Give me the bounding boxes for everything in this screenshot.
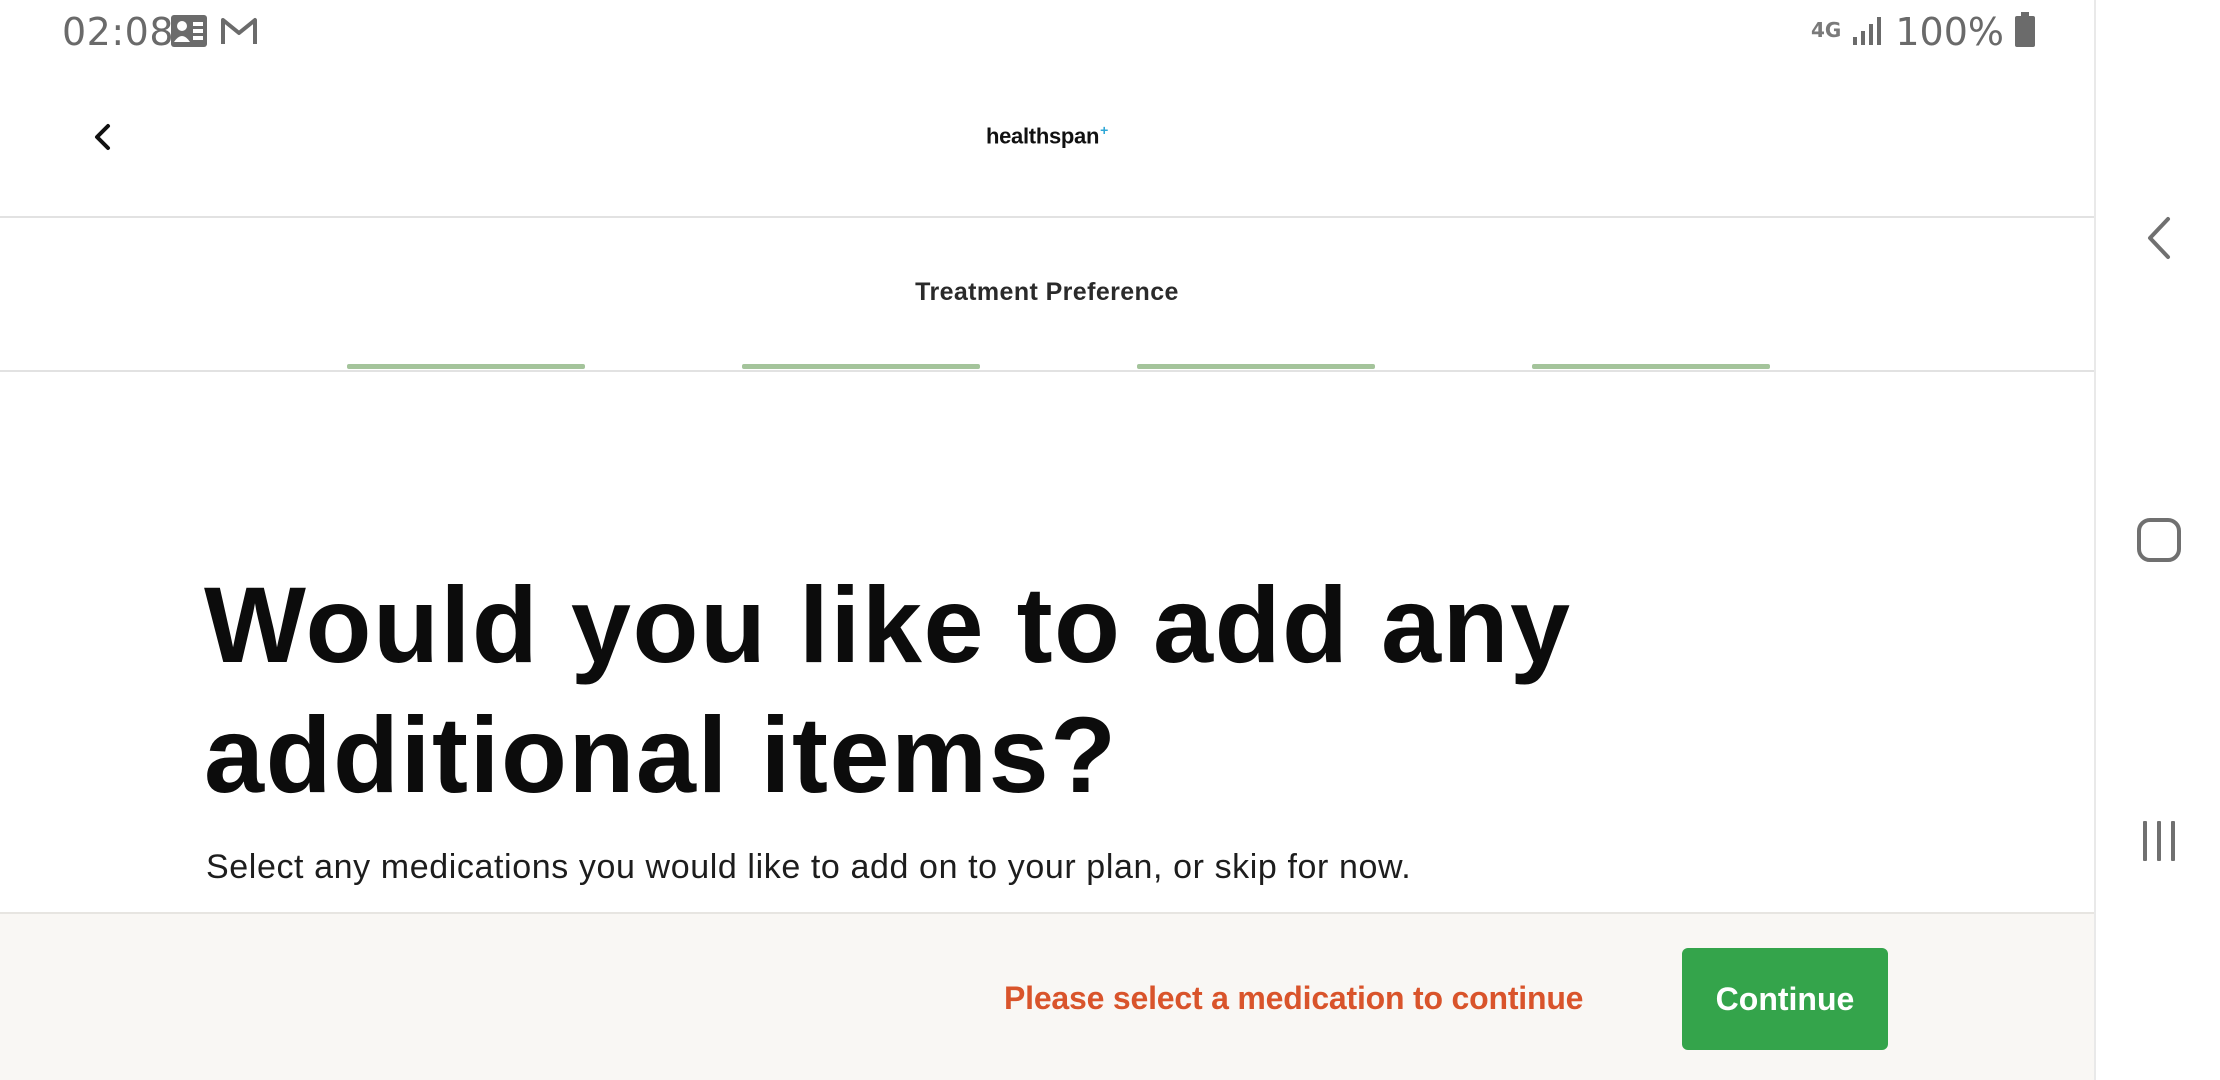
signal-icon (1851, 13, 1885, 51)
footer-bar: Please select a medication to continue C… (0, 912, 2094, 1080)
system-nav-bar (2094, 0, 2220, 1080)
page-title-line-1: Would you like to add any (204, 564, 1572, 685)
status-time: 02:08 (62, 10, 175, 54)
page-subtitle: Select any medications you would like to… (206, 848, 1412, 886)
progress-segment-2 (742, 364, 980, 369)
status-right: 4G 100% (1811, 10, 2036, 54)
logo-text: healthspan (985, 123, 1100, 149)
logo-plus-mark: + (1100, 122, 1109, 138)
app-window: 02:08 4G 100% healthspan+ Treatment Pref… (0, 0, 2094, 1080)
nav-recents-button[interactable] (2096, 781, 2220, 901)
healthspan-logo: healthspan+ (0, 122, 2094, 149)
nav-home-button[interactable] (2096, 480, 2220, 600)
battery-icon (2014, 12, 2036, 52)
nav-back-icon (2148, 217, 2170, 259)
page-title-line-2: additional items? (204, 694, 1118, 815)
validation-message: Please select a medication to continue (1004, 980, 1584, 1016)
app-header: healthspan+ (0, 66, 2094, 218)
page-title: Would you like to add any additional item… (204, 560, 1704, 820)
nav-home-icon (2137, 518, 2181, 562)
continue-button[interactable]: Continue (1682, 948, 1888, 1050)
step-header: Treatment Preference (0, 218, 2094, 372)
gmail-icon (220, 14, 258, 52)
status-bar: 02:08 4G 100% (0, 0, 2094, 66)
nav-back-button[interactable] (2096, 178, 2220, 298)
step-title: Treatment Preference (915, 278, 1179, 306)
nav-recents-icon (2143, 821, 2175, 861)
battery-percent: 100% (1895, 10, 2004, 54)
contact-card-icon (170, 14, 208, 52)
progress-segment-3 (1137, 364, 1375, 369)
progress-segment-4 (1532, 364, 1770, 369)
progress-segment-1 (347, 364, 585, 369)
network-type: 4G (1811, 18, 1842, 42)
notification-icons (170, 14, 258, 52)
screen: 02:08 4G 100% healthspan+ Treatment Pref… (0, 0, 2220, 1080)
